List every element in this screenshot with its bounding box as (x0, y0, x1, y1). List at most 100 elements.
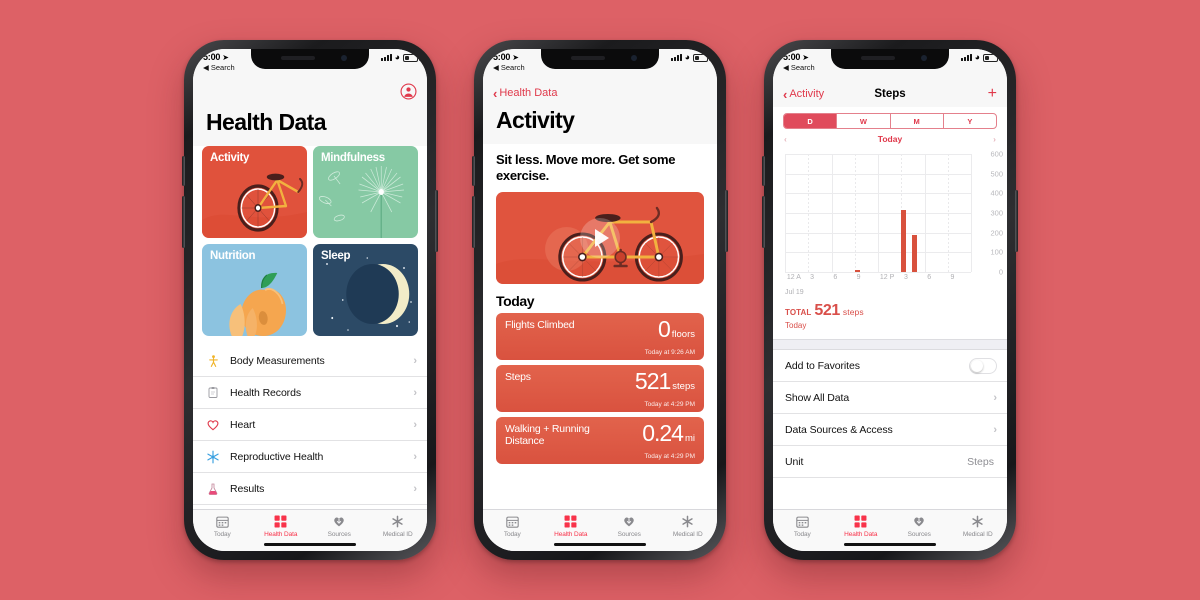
back-button-label: Health Data (499, 87, 558, 99)
x-tick: 6 (833, 274, 838, 281)
x-tick: 3 (904, 274, 908, 281)
list-item-body-measurements[interactable]: Body Measurements › (193, 345, 427, 377)
metric-card-steps[interactable]: Steps 521 steps Today at 4:29 PM (496, 364, 704, 412)
notch (831, 49, 949, 69)
y-tick: 500 (990, 169, 1003, 179)
tab-sources[interactable]: Sources (600, 514, 659, 538)
tile-mindfulness[interactable]: Mindfulness (313, 146, 418, 238)
disclosure-chevron-icon: › (993, 391, 997, 404)
list-item-results[interactable]: Results › (193, 473, 427, 505)
wifi-icon: ◕ (684, 52, 690, 63)
settings-row-add-to-favorites[interactable]: Add to Favorites (773, 350, 1007, 382)
tab-label: Sources (327, 531, 351, 538)
tile-sleep[interactable]: Sleep (313, 244, 418, 336)
list-item-health-records[interactable]: Health Records › (193, 377, 427, 409)
tab-medical-id[interactable]: Medical ID (369, 514, 428, 538)
back-button-health-data[interactable]: ‹ Health Data (493, 87, 557, 100)
metric-card-walking-running-distance[interactable]: Walking + Running Distance 0.24 mi Today… (496, 416, 704, 464)
chart-date-label: Jul 19 (785, 289, 804, 296)
add-to-favorites-toggle[interactable] (969, 357, 997, 374)
side-button[interactable] (435, 190, 438, 252)
status-time: 5:00 (493, 52, 511, 62)
tab-label: Medical ID (672, 531, 703, 538)
tab-label: Sources (617, 531, 641, 538)
wifi-icon: ◕ (974, 52, 980, 63)
chart-plot-area (785, 154, 972, 273)
phone-1-health-data: 5:00 ➤ ◀ Search ◕ Health Data Activity M… (182, 40, 438, 560)
metric-name: Steps (505, 370, 531, 383)
tile-nutrition[interactable]: Nutrition (202, 244, 307, 336)
phone-mockup-stage: 5:00 ➤ ◀ Search ◕ Health Data Activity M… (0, 0, 1200, 600)
chart-bars (785, 154, 971, 272)
tab-medical-id[interactable]: Medical ID (659, 514, 718, 538)
settings-row-data-sources-access[interactable]: Data Sources & Access › (773, 414, 1007, 446)
tab-sources[interactable]: Sources (890, 514, 949, 538)
tab-bar: Today Health Data Sources Medical ID (193, 509, 427, 551)
today-section-header: Today (496, 292, 535, 309)
tile-label: Mindfulness (321, 152, 385, 164)
x-tick: 9 (856, 274, 861, 281)
total-value: 521 (814, 302, 840, 319)
location-arrow-icon: ➤ (512, 52, 519, 62)
heart-download-icon (912, 514, 926, 529)
phone-1-navbar (193, 81, 427, 107)
tab-today[interactable]: Today (773, 514, 832, 538)
asterisk-icon (391, 514, 404, 529)
segment-year[interactable]: Y (944, 114, 996, 128)
tab-health-data[interactable]: Health Data (252, 514, 311, 538)
settings-row-show-all-data[interactable]: Show All Data › (773, 382, 1007, 414)
tab-sources[interactable]: Sources (310, 514, 369, 538)
tab-health-data[interactable]: Health Data (542, 514, 601, 538)
phone-2-navbar: ‹ Health Data (483, 81, 717, 105)
segment-week[interactable]: W (837, 114, 891, 128)
steps-chart[interactable]: 600 500 400 300 200 100 0 12 A 3 6 9 12 … (773, 148, 1007, 298)
x-tick: 12 P (879, 274, 895, 281)
y-tick: 300 (990, 208, 1003, 218)
home-indicator[interactable] (264, 542, 356, 546)
metric-timestamp: Today at 9:26 AM (644, 348, 695, 356)
disclosure-chevron-icon: › (993, 423, 997, 436)
segment-month[interactable]: M (891, 114, 944, 128)
status-left: 5:00 ➤ (783, 52, 809, 62)
home-indicator[interactable] (844, 542, 936, 546)
tab-today[interactable]: Today (193, 514, 252, 538)
page-title: Activity (483, 105, 717, 144)
side-button[interactable] (1015, 190, 1018, 252)
home-indicator[interactable] (554, 542, 646, 546)
list-item-heart[interactable]: Heart › (193, 409, 427, 441)
grid-squares-icon (564, 514, 577, 529)
status-back-to-search[interactable]: ◀ Search (493, 63, 525, 72)
status-back-to-search[interactable]: ◀ Search (203, 63, 235, 72)
tile-activity[interactable]: Activity (202, 146, 307, 238)
activity-video-card[interactable] (496, 191, 704, 284)
tab-label: Health Data (554, 531, 588, 538)
wifi-icon: ◕ (394, 52, 400, 63)
profile-avatar-icon[interactable] (400, 83, 417, 105)
disclosure-chevron-icon: › (413, 482, 417, 495)
metric-value: 521 (634, 367, 671, 394)
tab-today[interactable]: Today (483, 514, 542, 538)
chart-total-summary: TOTAL 521 steps Today (773, 298, 1007, 339)
tab-health-data[interactable]: Health Data (832, 514, 891, 538)
time-range-segmented-control[interactable]: D W M Y (783, 113, 997, 129)
metric-card-flights-climbed[interactable]: Flights Climbed 0 floors Today at 9:26 A… (496, 312, 704, 360)
plus-icon[interactable]: + (988, 86, 997, 102)
metric-value-group: 0.24 mi (642, 421, 695, 445)
segment-day[interactable]: D (784, 114, 838, 128)
metric-unit: steps (672, 380, 695, 392)
phone-3-screen: 5:00 ➤ ◀ Search ◕ ‹ Activity Steps + D W… (773, 49, 1007, 551)
status-left: 5:00 ➤ (493, 52, 519, 62)
play-icon[interactable] (580, 217, 620, 258)
side-button[interactable] (725, 190, 728, 252)
phone-3-navbar: ‹ Activity Steps + (773, 81, 1007, 107)
settings-row-label: Unit (785, 455, 804, 468)
total-line: TOTAL 521 steps (785, 302, 995, 320)
status-back-to-search[interactable]: ◀ Search (783, 63, 815, 72)
chart-bar (854, 269, 860, 272)
settings-row-unit[interactable]: Unit Steps (773, 446, 1007, 478)
list-item-reproductive-health[interactable]: Reproductive Health › (193, 441, 427, 473)
category-tiles: Activity Mindfulness Nutrition Sleep (193, 146, 427, 336)
tab-medical-id[interactable]: Medical ID (949, 514, 1008, 538)
phone-2-activity: 5:00 ➤ ◀ Search ◕ ‹ Health Data Activity (472, 40, 728, 560)
date-navigation: ‹ Today › (773, 129, 1007, 148)
